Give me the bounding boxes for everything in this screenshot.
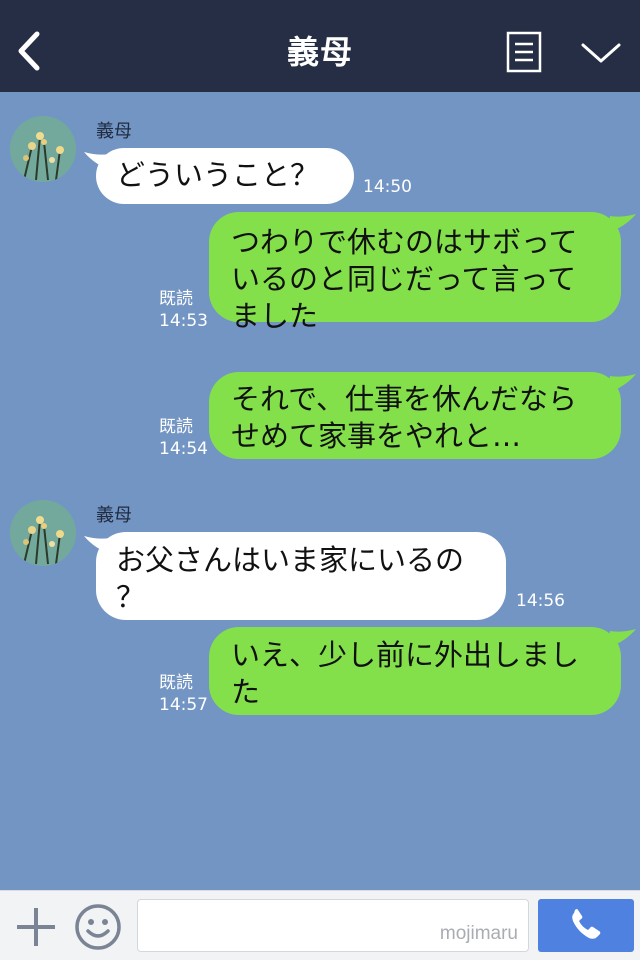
avatar[interactable]	[10, 500, 76, 566]
sender-name: 義母	[96, 505, 132, 526]
phone-icon	[572, 909, 601, 939]
message-line: ました	[231, 299, 319, 333]
message-list[interactable]: 義母 どういうこと？ 14:50 つわりで休むのはサボって いるのと同じだって言…	[0, 92, 640, 890]
message-bubble[interactable]: お父さんはいま家にいるの ？	[96, 532, 506, 620]
call-button[interactable]	[538, 899, 634, 952]
message-line: お父さんはいま家にいるの	[116, 543, 465, 577]
message-time: 14:50	[363, 177, 412, 197]
message-time: 14:57	[159, 695, 208, 715]
smiley-icon	[75, 904, 121, 950]
read-receipt: 既読	[159, 289, 193, 309]
message-time: 14:54	[159, 439, 208, 459]
add-button[interactable]	[14, 905, 58, 949]
message-line: た	[231, 675, 261, 709]
menu-button[interactable]	[506, 31, 542, 73]
message-time: 14:53	[159, 311, 208, 331]
chat-title: 義母	[286, 33, 353, 71]
avatar[interactable]	[10, 116, 76, 182]
input-bar: mojimaru	[0, 890, 640, 960]
watermark: mojimaru	[439, 923, 518, 944]
emoji-button[interactable]	[74, 903, 122, 951]
message-line: つわりで休むのはサボって	[231, 225, 578, 259]
message-line: いるのと同じだって言って	[231, 262, 577, 296]
sender-name: 義母	[96, 121, 132, 142]
list-icon	[506, 31, 542, 73]
message-line: どういうこと？	[116, 158, 320, 192]
message-input[interactable]: mojimaru	[137, 899, 529, 952]
message-bubble[interactable]: それで、仕事を休んだなら せめて家事をやれと…	[209, 372, 621, 459]
message-line: いえ、少し前に外出しまし	[231, 638, 580, 672]
read-receipt: 既読	[159, 673, 193, 693]
expand-button[interactable]	[578, 36, 624, 68]
plus-icon	[17, 908, 55, 946]
message-bubble[interactable]: つわりで休むのはサボって いるのと同じだって言って ました	[209, 212, 621, 333]
message-line: それで、仕事を休んだなら	[231, 382, 577, 416]
flower-avatar-icon	[10, 116, 76, 182]
read-receipt: 既読	[159, 417, 193, 437]
chevron-down-icon	[581, 43, 621, 63]
message-time: 14:56	[516, 591, 565, 611]
flower-avatar-icon	[10, 500, 76, 566]
message-line: ？	[116, 580, 146, 614]
message-bubble[interactable]: いえ、少し前に外出しまし た	[209, 627, 621, 715]
chat-header: 義母	[0, 0, 640, 92]
message-bubble[interactable]: どういうこと？	[96, 148, 354, 204]
message-line: せめて家事をやれと…	[231, 419, 522, 453]
